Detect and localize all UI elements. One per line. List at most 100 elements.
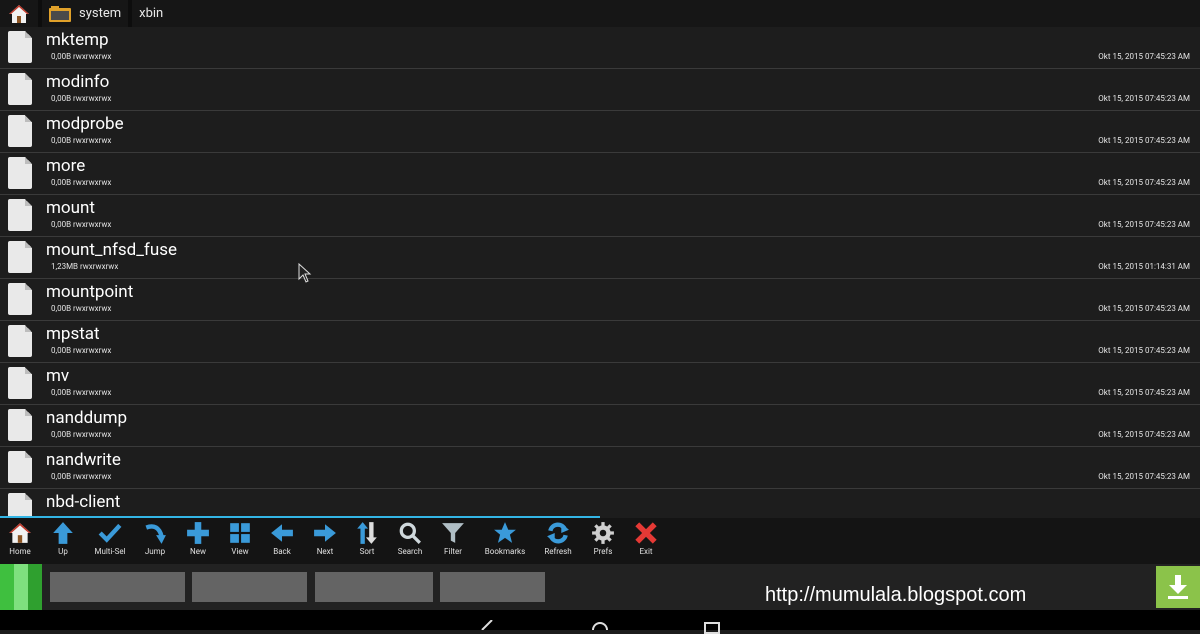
file-date: Okt 15, 2015 07:45:23 AM (1098, 304, 1190, 313)
file-name: nbd-client (46, 492, 121, 512)
file-date: Okt 15, 2015 07:45:23 AM (1098, 136, 1190, 145)
nav-back-icon[interactable] (478, 620, 498, 630)
toolbar-label: Home (9, 547, 31, 556)
home-icon (9, 523, 31, 543)
path-home-button[interactable] (0, 0, 38, 27)
file-row[interactable]: modinfo 0,00B rwxrwxrwx Okt 15, 2015 07:45… (0, 69, 1200, 111)
ad-blurred-text (192, 572, 307, 602)
file-row[interactable]: nanddump 0,00B rwxrwxrwx Okt 15, 2015 07:4… (0, 405, 1200, 447)
toolbar-label: New (190, 547, 206, 556)
file-size: 0,00B (51, 94, 72, 103)
nav-recents-icon[interactable] (704, 622, 720, 634)
next-arrow-icon (314, 524, 336, 542)
star-icon (494, 522, 516, 543)
file-icon (8, 73, 32, 105)
toolbar-label: Filter (444, 547, 462, 556)
magnifier-icon (399, 522, 421, 544)
file-list[interactable]: mktemp 0,00B rwxrwxrwx Okt 15, 2015 07:45:… (0, 27, 1200, 518)
file-row[interactable]: modprobe 0,00B rwxrwxrwx Okt 15, 2015 07:4… (0, 111, 1200, 153)
file-icon (8, 451, 32, 483)
file-date: Okt 15, 2015 07:45:23 AM (1098, 388, 1190, 397)
download-button[interactable] (1156, 566, 1200, 608)
file-meta: 0,00B rwxrwxrwx (51, 346, 111, 355)
file-size: 0,00B (51, 472, 72, 481)
toolbar-label: Next (316, 547, 334, 556)
back-arrow-icon (271, 524, 293, 542)
download-icon (1168, 575, 1188, 599)
toolbar-label: Refresh (544, 547, 572, 556)
watermark-url: http://mumulala.blogspot.com (765, 584, 1027, 606)
file-row[interactable]: nbd-client (0, 489, 1200, 518)
bottom-toolbar: Home Up Multi-Sel Jump New View Back Next Sort Se… (0, 518, 1200, 564)
file-icon (8, 157, 32, 189)
file-meta: 0,00B rwxrwxrwx (51, 178, 111, 187)
file-row[interactable]: mountpoint 0,00B rwxrwxrwx Okt 15, 2015 07… (0, 279, 1200, 321)
toolbar-bookmarks-button[interactable]: Bookmarks (475, 518, 535, 564)
toolbar-label: Sort (359, 547, 375, 556)
toolbar-exit-button[interactable]: Exit (616, 518, 676, 564)
file-icon (8, 409, 32, 441)
funnel-icon (442, 523, 464, 543)
file-meta: 0,00B rwxrwxrwx (51, 220, 111, 229)
breadcrumb-label: system (79, 6, 122, 21)
file-meta: 1,23MB rwxrwxrwx (51, 262, 118, 271)
file-size: 0,00B (51, 178, 72, 187)
file-size: 1,23MB (51, 262, 79, 271)
file-size: 0,00B (51, 136, 72, 145)
file-meta: 0,00B rwxrwxrwx (51, 94, 111, 103)
file-name: nanddump (46, 408, 128, 428)
file-permissions: rwxrwxrwx (73, 430, 112, 439)
file-row[interactable]: mv 0,00B rwxrwxrwx Okt 15, 2015 07:45:23 A… (0, 363, 1200, 405)
breadcrumb-system[interactable]: system (42, 0, 128, 27)
file-row[interactable]: nandwrite 0,00B rwxrwxrwx Okt 15, 2015 07:… (0, 447, 1200, 489)
file-permissions: rwxrwxrwx (73, 52, 112, 61)
toolbar-label: Multi-Sel (94, 547, 126, 556)
toolbar-label: View (231, 547, 249, 556)
file-name: more (46, 156, 86, 176)
file-icon (8, 283, 32, 315)
toolbar-filter-button[interactable]: Filter (423, 518, 483, 564)
file-date: Okt 15, 2015 07:45:23 AM (1098, 220, 1190, 229)
mouse-cursor-icon (298, 263, 312, 283)
file-name: mountpoint (46, 282, 134, 302)
file-row[interactable]: mktemp 0,00B rwxrwxrwx Okt 15, 2015 07:45:… (0, 27, 1200, 69)
file-date: Okt 15, 2015 07:45:23 AM (1098, 472, 1190, 481)
file-permissions: rwxrwxrwx (73, 472, 112, 481)
file-meta: 0,00B rwxrwxrwx (51, 136, 111, 145)
file-name: mount_nfsd_fuse (46, 240, 177, 260)
file-row[interactable]: mpstat 0,00B rwxrwxrwx Okt 15, 2015 07:45:… (0, 321, 1200, 363)
file-size: 0,00B (51, 430, 72, 439)
ad-blurred-text (315, 572, 433, 602)
file-permissions: rwxrwxrwx (73, 220, 112, 229)
file-row[interactable]: more 0,00B rwxrwxrwx Okt 15, 2015 07:45:23… (0, 153, 1200, 195)
file-row[interactable]: mount 0,00B rwxrwxrwx Okt 15, 2015 07:45:2… (0, 195, 1200, 237)
file-date: Okt 15, 2015 07:45:23 AM (1098, 346, 1190, 355)
checkmark-icon (98, 523, 122, 543)
file-date: Okt 15, 2015 07:45:23 AM (1098, 94, 1190, 103)
file-permissions: rwxrwxrwx (73, 388, 112, 397)
file-size: 0,00B (51, 304, 72, 313)
ad-banner[interactable]: http://mumulala.blogspot.com (0, 564, 1200, 610)
jump-arrow-icon (145, 524, 166, 544)
file-name: modprobe (46, 114, 124, 134)
file-icon (8, 31, 32, 63)
file-permissions: rwxrwxrwx (80, 262, 119, 271)
file-size: 0,00B (51, 346, 72, 355)
breadcrumb-xbin[interactable]: xbin (132, 0, 170, 27)
file-name: mount (46, 198, 95, 218)
file-row[interactable]: mount_nfsd_fuse 1,23MB rwxrwxrwx Okt 15, 2… (0, 237, 1200, 279)
file-date: Okt 15, 2015 07:45:23 AM (1098, 430, 1190, 439)
file-icon (8, 493, 32, 518)
file-icon (8, 199, 32, 231)
file-size: 0,00B (51, 220, 72, 229)
nav-home-icon[interactable] (590, 620, 610, 630)
up-arrow-icon (53, 522, 73, 544)
file-permissions: rwxrwxrwx (73, 136, 112, 145)
file-icon (8, 367, 32, 399)
path-bar: system xbin (0, 0, 1200, 27)
file-name: nandwrite (46, 450, 121, 470)
file-name: mktemp (46, 30, 109, 50)
file-meta: 0,00B rwxrwxrwx (51, 472, 111, 481)
plus-icon (187, 522, 209, 544)
grid-view-icon (230, 523, 250, 543)
